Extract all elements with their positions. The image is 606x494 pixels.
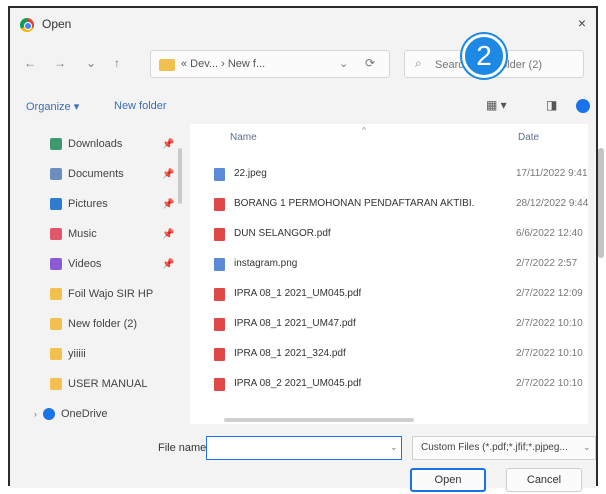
back-icon[interactable]: ← bbox=[24, 56, 36, 70]
pdf-file-icon bbox=[214, 348, 225, 361]
file-date: 6/6/2022 12:40 bbox=[516, 228, 583, 239]
dialog-footer: File name: ⌄ Custom Files (*.pdf;*.jfif;… bbox=[10, 424, 596, 492]
nav-item-folder[interactable]: USER MANUAL bbox=[50, 378, 147, 396]
nav-item-pictures[interactable]: Pictures 📌 bbox=[50, 198, 174, 216]
nav-item-downloads[interactable]: Downloads 📌 bbox=[50, 138, 174, 156]
navigation-pane: Downloads 📌 Documents 📌 Pictures 📌 Music… bbox=[10, 124, 180, 424]
navigation-bar: ← → ⌄ ↑ « Dev... › New f... ⌄ ⟳ ⌕ bbox=[10, 44, 596, 84]
file-type-select[interactable]: Custom Files (*.pdf;*.jfif;*.pjpeg... ⌄ bbox=[412, 436, 596, 460]
refresh-icon[interactable]: ⟳ bbox=[365, 56, 375, 70]
folder-icon bbox=[159, 59, 175, 71]
file-row[interactable]: DUN SELANGOR.pdf 6/6/2022 12:40 bbox=[190, 224, 583, 246]
pdf-file-icon bbox=[214, 318, 225, 331]
file-name: BORANG 1 PERMOHONAN PENDAFTARAN AKTIBI..… bbox=[234, 198, 474, 209]
file-name-input[interactable] bbox=[206, 436, 402, 460]
file-name-dropdown-icon[interactable]: ⌄ bbox=[390, 442, 398, 453]
file-name: instagram.png bbox=[234, 258, 298, 269]
step-number-badge: 2 bbox=[462, 34, 506, 78]
image-file-icon bbox=[214, 258, 225, 271]
file-date: 2/7/2022 10:10 bbox=[516, 348, 583, 359]
open-dialog: Open × ← → ⌄ ↑ « Dev... › New f... ⌄ ⟳ ⌕… bbox=[8, 6, 604, 492]
file-date: 2/7/2022 10:10 bbox=[516, 318, 583, 329]
pdf-file-icon bbox=[214, 198, 225, 211]
address-bar[interactable]: « Dev... › New f... ⌄ ⟳ bbox=[150, 50, 390, 78]
title-bar: Open × bbox=[10, 8, 596, 42]
file-name: IPRA 08_1 2021_UM045.pdf bbox=[234, 288, 362, 299]
address-dropdown-icon[interactable]: ⌄ bbox=[339, 57, 348, 70]
nav-item-videos[interactable]: Videos 📌 bbox=[50, 258, 174, 276]
file-name: IPRA 08_2 2021_UM045.pdf bbox=[234, 378, 362, 389]
file-list: Name ^ Date 22.jpeg 17/11/2022 9:41 BORA… bbox=[190, 124, 588, 424]
file-row[interactable]: IPRA 08_1 2021_324.pdf 2/7/2022 10:10 bbox=[190, 344, 583, 366]
pdf-file-icon bbox=[214, 288, 225, 301]
file-type-value: Custom Files (*.pdf;*.jfif;*.pjpeg... bbox=[421, 442, 568, 453]
pin-icon: 📌 bbox=[162, 229, 175, 240]
nav-item-folder[interactable]: Foil Wajo SIR HP bbox=[50, 288, 153, 306]
recent-locations-chevron-icon[interactable]: ⌄ bbox=[86, 56, 96, 70]
videos-icon bbox=[50, 258, 62, 271]
nav-pane-scrollbar[interactable] bbox=[178, 148, 182, 204]
pictures-icon bbox=[50, 198, 62, 211]
folder-icon bbox=[50, 318, 62, 331]
nav-item-folder[interactable]: yiiiii bbox=[50, 348, 86, 366]
column-header-date[interactable]: Date bbox=[518, 132, 539, 143]
documents-icon bbox=[50, 168, 62, 181]
pdf-file-icon bbox=[214, 228, 225, 241]
file-list-scrollbar[interactable] bbox=[598, 148, 604, 258]
sort-indicator-icon: ^ bbox=[362, 126, 366, 135]
window-title: Open bbox=[42, 17, 72, 31]
close-icon[interactable]: × bbox=[578, 15, 586, 31]
folder-icon bbox=[50, 288, 62, 301]
cancel-button[interactable]: Cancel bbox=[506, 468, 582, 492]
search-icon: ⌕ bbox=[415, 56, 422, 70]
pin-icon: 📌 bbox=[162, 139, 175, 150]
column-header-name[interactable]: Name bbox=[230, 132, 257, 143]
file-row[interactable]: 22.jpeg 17/11/2022 9:41 bbox=[190, 164, 588, 186]
expand-chevron-icon[interactable]: › bbox=[34, 409, 37, 419]
file-date: 2/7/2022 10:10 bbox=[516, 378, 583, 389]
file-name: 22.jpeg bbox=[234, 168, 267, 179]
breadcrumb[interactable]: « Dev... › New f... bbox=[181, 58, 265, 70]
preview-pane-icon[interactable]: ◨ bbox=[546, 98, 557, 112]
pin-icon: 📌 bbox=[162, 259, 175, 270]
file-date: 17/11/2022 9:41 bbox=[516, 168, 588, 179]
horizontal-scrollbar[interactable] bbox=[224, 418, 414, 422]
view-options-icon[interactable]: ▦ ▾ bbox=[486, 98, 507, 112]
pin-icon: 📌 bbox=[162, 169, 175, 180]
nav-item-music[interactable]: Music 📌 bbox=[50, 228, 174, 246]
folder-icon bbox=[50, 378, 62, 391]
chevron-down-icon: ⌄ bbox=[583, 442, 591, 452]
file-row[interactable]: IPRA 08_1 2021_UM47.pdf 2/7/2022 10:10 bbox=[190, 314, 583, 336]
file-name: IPRA 08_1 2021_UM47.pdf bbox=[234, 318, 356, 329]
nav-item-documents[interactable]: Documents 📌 bbox=[50, 168, 174, 186]
downloads-icon bbox=[50, 138, 62, 151]
file-name-label: File name: bbox=[158, 442, 210, 454]
open-button[interactable]: Open bbox=[410, 468, 486, 492]
nav-item-folder[interactable]: New folder (2) bbox=[50, 318, 137, 336]
image-file-icon bbox=[214, 168, 225, 181]
pin-icon: 📌 bbox=[162, 199, 175, 210]
file-row[interactable]: instagram.png 2/7/2022 2:57 bbox=[190, 254, 580, 276]
help-icon[interactable] bbox=[576, 99, 590, 113]
up-icon[interactable]: ↑ bbox=[114, 56, 120, 70]
pdf-file-icon bbox=[214, 378, 225, 391]
organize-button[interactable]: Organize ▾ bbox=[26, 100, 79, 113]
file-date: 2/7/2022 2:57 bbox=[516, 258, 578, 269]
forward-icon[interactable]: → bbox=[54, 56, 66, 70]
file-row[interactable]: IPRA 08_1 2021_UM045.pdf 2/7/2022 12:09 bbox=[190, 284, 583, 306]
command-bar: Organize ▾ New folder ▦ ▾ ◨ bbox=[10, 90, 596, 124]
file-date: 28/12/2022 9:44 bbox=[516, 198, 589, 209]
file-date: 2/7/2022 12:09 bbox=[516, 288, 583, 299]
file-row[interactable]: BORANG 1 PERMOHONAN PENDAFTARAN AKTIBI..… bbox=[190, 194, 588, 216]
chrome-icon bbox=[20, 18, 34, 32]
file-name: IPRA 08_1 2021_324.pdf bbox=[234, 348, 346, 359]
file-name: DUN SELANGOR.pdf bbox=[234, 228, 331, 239]
cloud-icon bbox=[43, 408, 55, 421]
file-row[interactable]: IPRA 08_2 2021_UM045.pdf 2/7/2022 10:10 bbox=[190, 374, 583, 396]
music-icon bbox=[50, 228, 62, 241]
folder-icon bbox=[50, 348, 62, 361]
new-folder-button[interactable]: New folder bbox=[114, 100, 167, 112]
